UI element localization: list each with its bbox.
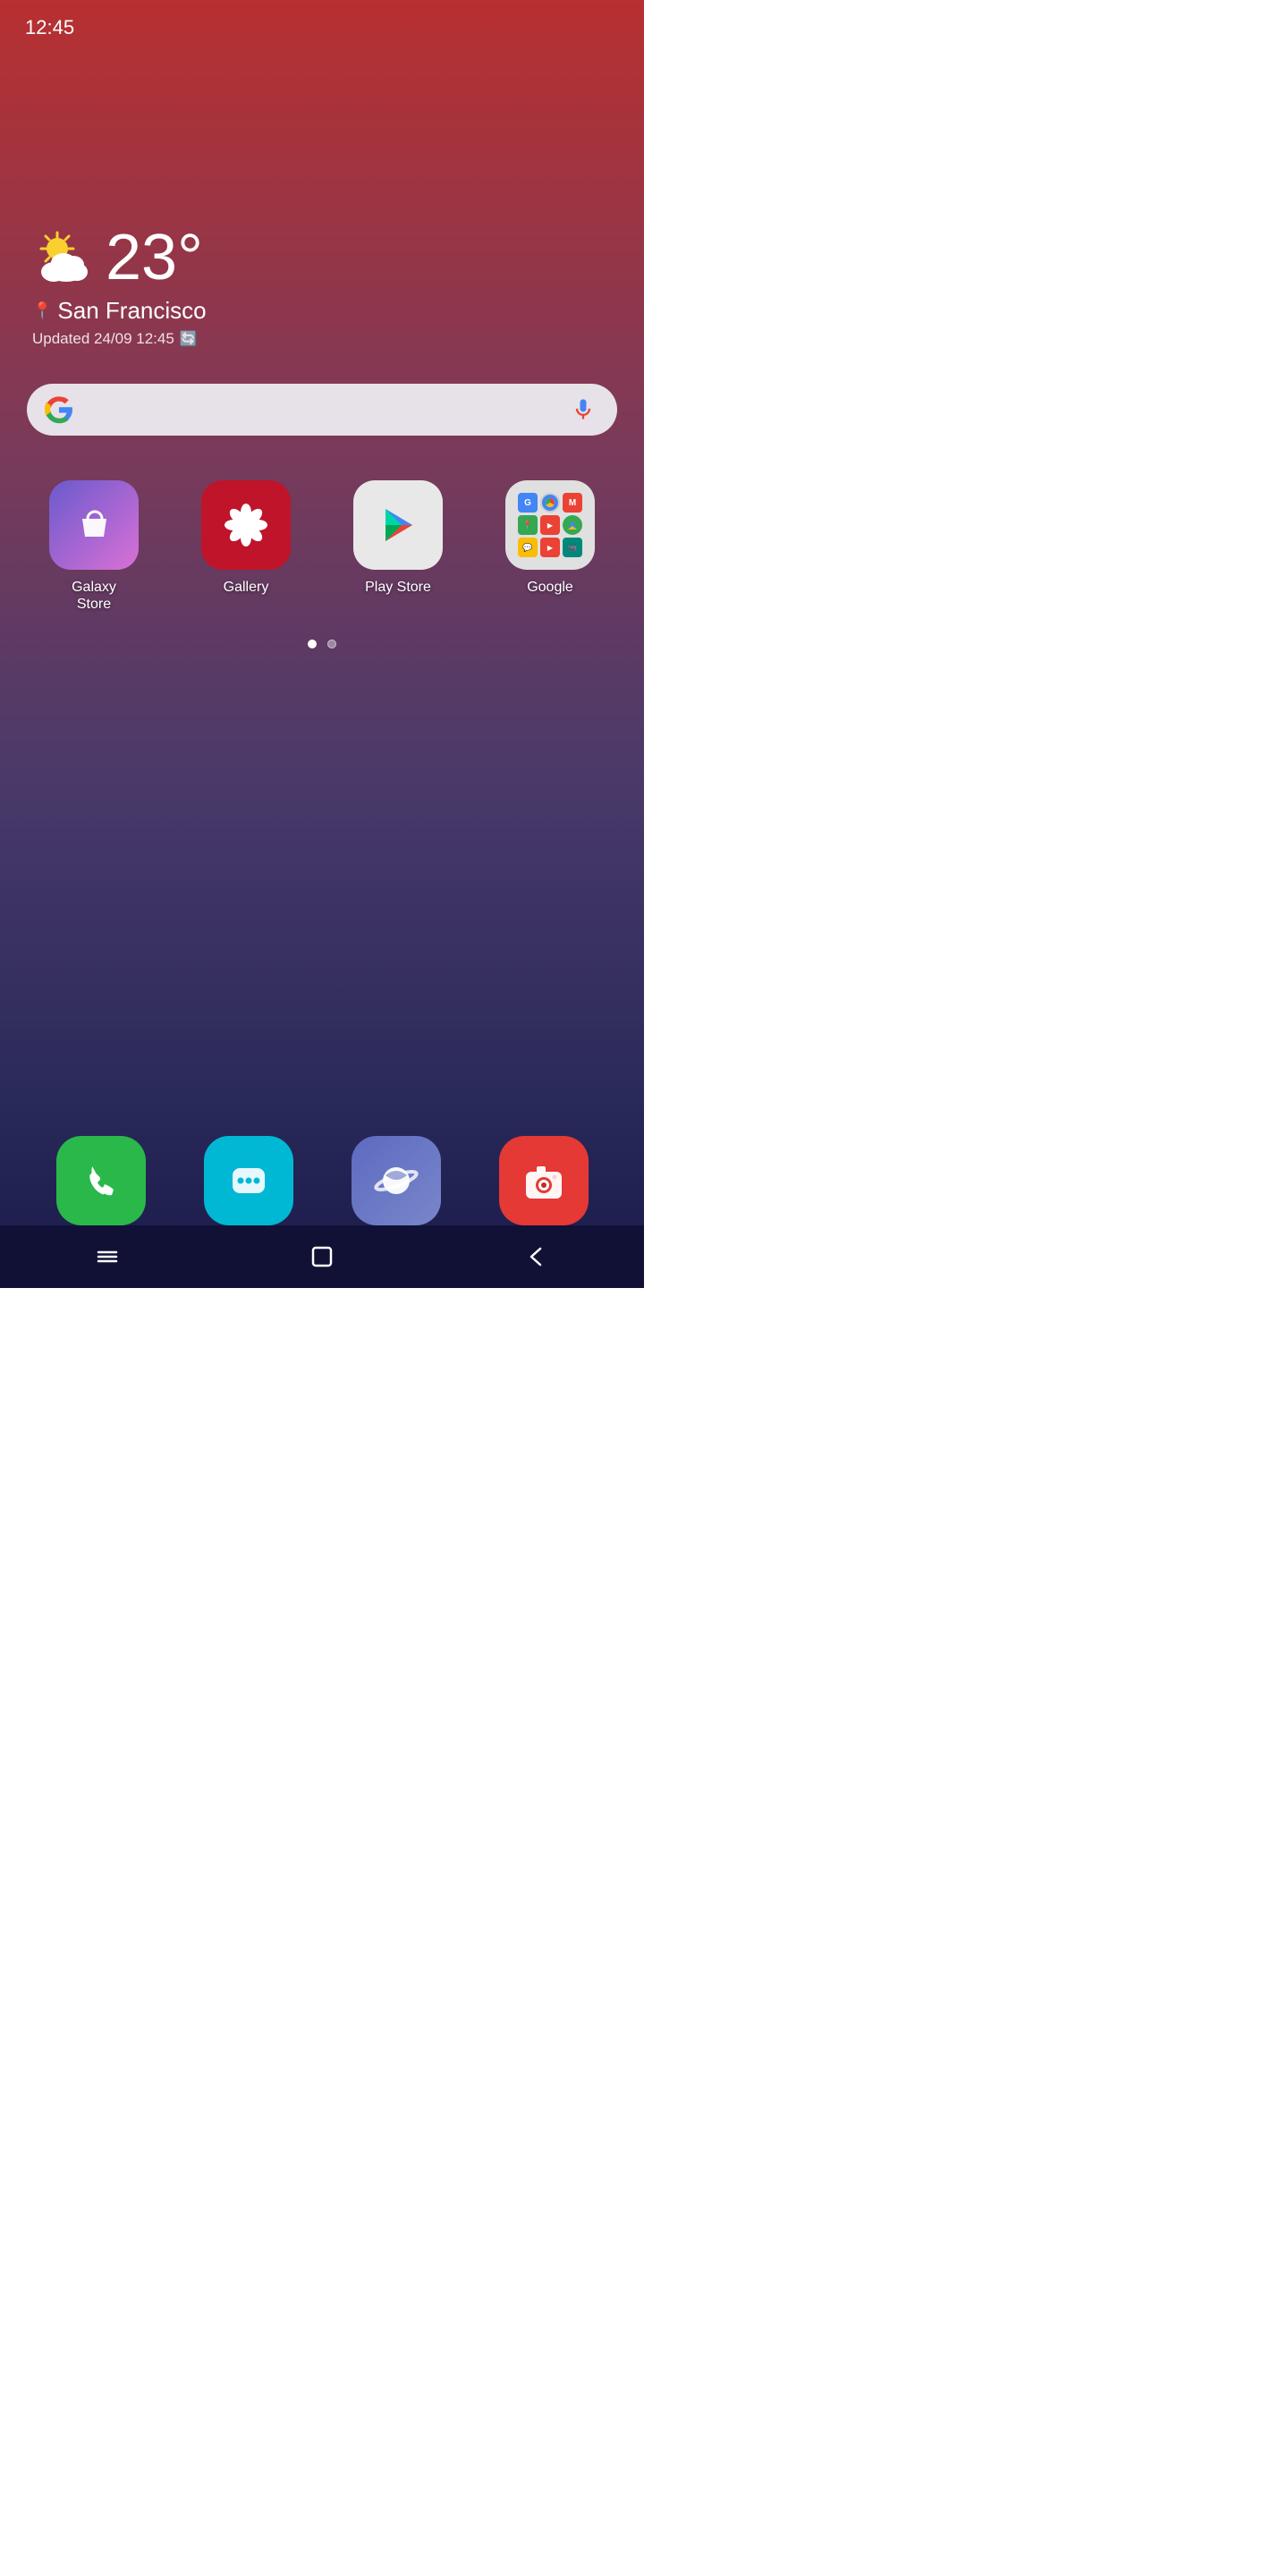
weather-widget[interactable]: 23° 📍 San Francisco Updated 24/09 12:45 … bbox=[0, 47, 644, 348]
microphone-icon bbox=[571, 397, 596, 422]
google-logo bbox=[45, 395, 73, 424]
page-dot-2 bbox=[327, 640, 336, 648]
camera-icon bbox=[521, 1157, 567, 1204]
weather-icon bbox=[32, 229, 95, 287]
google-folder-label: Google bbox=[527, 579, 573, 596]
gallery-logo bbox=[220, 499, 272, 551]
home-button[interactable] bbox=[300, 1234, 344, 1279]
play-store-icon bbox=[353, 480, 443, 570]
dock-camera[interactable] bbox=[499, 1136, 589, 1225]
dock bbox=[0, 1136, 644, 1225]
page-dot-1 bbox=[308, 640, 317, 648]
galaxy-store-icon bbox=[49, 480, 139, 570]
clock: 12:45 bbox=[25, 16, 74, 39]
search-bar-container bbox=[0, 348, 644, 436]
status-bar: 12:45 bbox=[0, 0, 644, 47]
google-search-bar[interactable] bbox=[27, 384, 617, 436]
dock-phone[interactable] bbox=[56, 1136, 146, 1225]
app-gallery[interactable]: Gallery bbox=[179, 480, 313, 613]
location-row: 📍 San Francisco bbox=[32, 297, 612, 325]
dock-messages[interactable] bbox=[204, 1136, 293, 1225]
recent-apps-button[interactable] bbox=[85, 1234, 130, 1279]
weather-row: 23° bbox=[32, 225, 612, 290]
app-google-folder[interactable]: G M 📍 ▶ 💬 bbox=[483, 480, 617, 613]
city-name: San Francisco bbox=[57, 297, 206, 325]
back-button[interactable] bbox=[514, 1234, 559, 1279]
back-icon bbox=[524, 1244, 549, 1269]
app-galaxy-store[interactable]: GalaxyStore bbox=[27, 480, 161, 613]
temperature-display: 23° bbox=[106, 225, 203, 290]
google-folder-icon: G M 📍 ▶ 💬 bbox=[505, 480, 595, 570]
app-grid: GalaxyStore Gallery bbox=[0, 436, 644, 613]
location-pin-icon: 📍 bbox=[32, 301, 52, 320]
app-play-store[interactable]: Play Store bbox=[331, 480, 465, 613]
updated-row: Updated 24/09 12:45 🔄 bbox=[32, 330, 612, 348]
phone-icon bbox=[78, 1157, 124, 1204]
gallery-icon bbox=[201, 480, 291, 570]
refresh-icon: 🔄 bbox=[180, 330, 198, 348]
home-icon bbox=[309, 1244, 335, 1269]
navigation-bar bbox=[0, 1225, 644, 1288]
mic-icon-container[interactable] bbox=[567, 394, 599, 426]
gallery-label: Gallery bbox=[224, 579, 269, 596]
galaxy-store-label: GalaxyStore bbox=[72, 579, 116, 613]
messages-icon bbox=[225, 1157, 272, 1204]
galaxy-store-logo bbox=[70, 501, 119, 550]
google-mini-grid: G M 📍 ▶ 💬 bbox=[511, 486, 589, 564]
dock-internet[interactable] bbox=[352, 1136, 441, 1225]
recent-apps-icon bbox=[95, 1244, 120, 1269]
play-store-label: Play Store bbox=[365, 579, 431, 596]
updated-text: Updated 24/09 12:45 bbox=[32, 330, 174, 348]
play-store-logo bbox=[373, 500, 423, 550]
internet-icon bbox=[373, 1157, 419, 1204]
page-indicators bbox=[0, 640, 644, 648]
